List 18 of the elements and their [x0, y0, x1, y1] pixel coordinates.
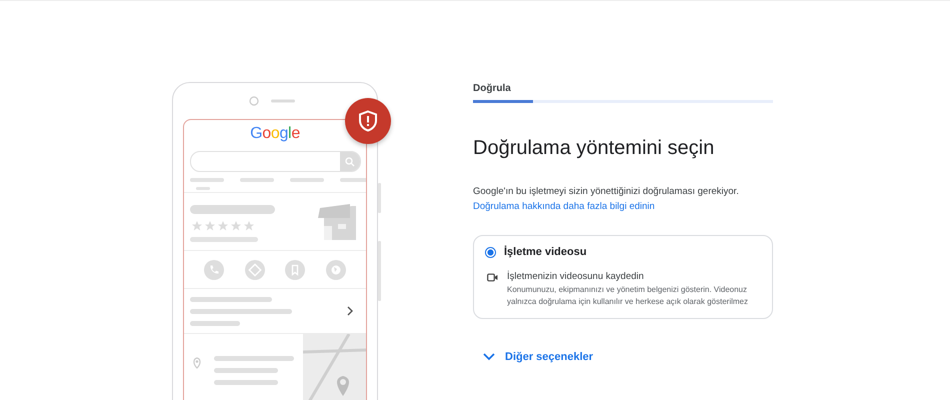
- bookmark-icon: [285, 260, 306, 280]
- google-logo: Google: [249, 125, 301, 143]
- description-text: Google'ın bu işletmeyi sizin yönettiğinizi doğrulaması gerekiyor.: [473, 186, 739, 197]
- video-camera-icon: [487, 273, 498, 282]
- phone-icon: [204, 260, 224, 280]
- chevron-right-icon: [346, 306, 354, 316]
- page-title: Doğrulama yöntemini seçin: [473, 137, 714, 160]
- option-card[interactable]: İşletme videosu İşletmenizin videosunu kaydedin Konumunuzu, ekipmanınızı ve yönetim belgenizi gösterin. Videonuz yalnızca doğrulama için kullanılır ve herkese açık olarak gösterilmez: [473, 235, 773, 319]
- method-title: İşletmenizin videosunu kaydedin: [507, 271, 644, 282]
- directions-icon: [244, 260, 265, 280]
- store-icon: [316, 202, 358, 242]
- method-description: Konumunuzu, ekipmanınızı ve yönetim belgenizi gösterin. Videonuz yalnızca doğrulama için kullanılır ve herkese açık olarak gösterilmez: [507, 284, 749, 308]
- radio-button[interactable]: [485, 246, 496, 258]
- learn-more-link[interactable]: Doğrulama hakkında daha fazla bilgi edinin: [473, 201, 655, 212]
- more-options-button[interactable]: Diğer seçenekler: [481, 349, 596, 365]
- option-title: İşletme videosu: [504, 246, 587, 258]
- chevron-down-icon: [483, 353, 495, 361]
- step-tab[interactable]: Doğrula: [473, 83, 511, 100]
